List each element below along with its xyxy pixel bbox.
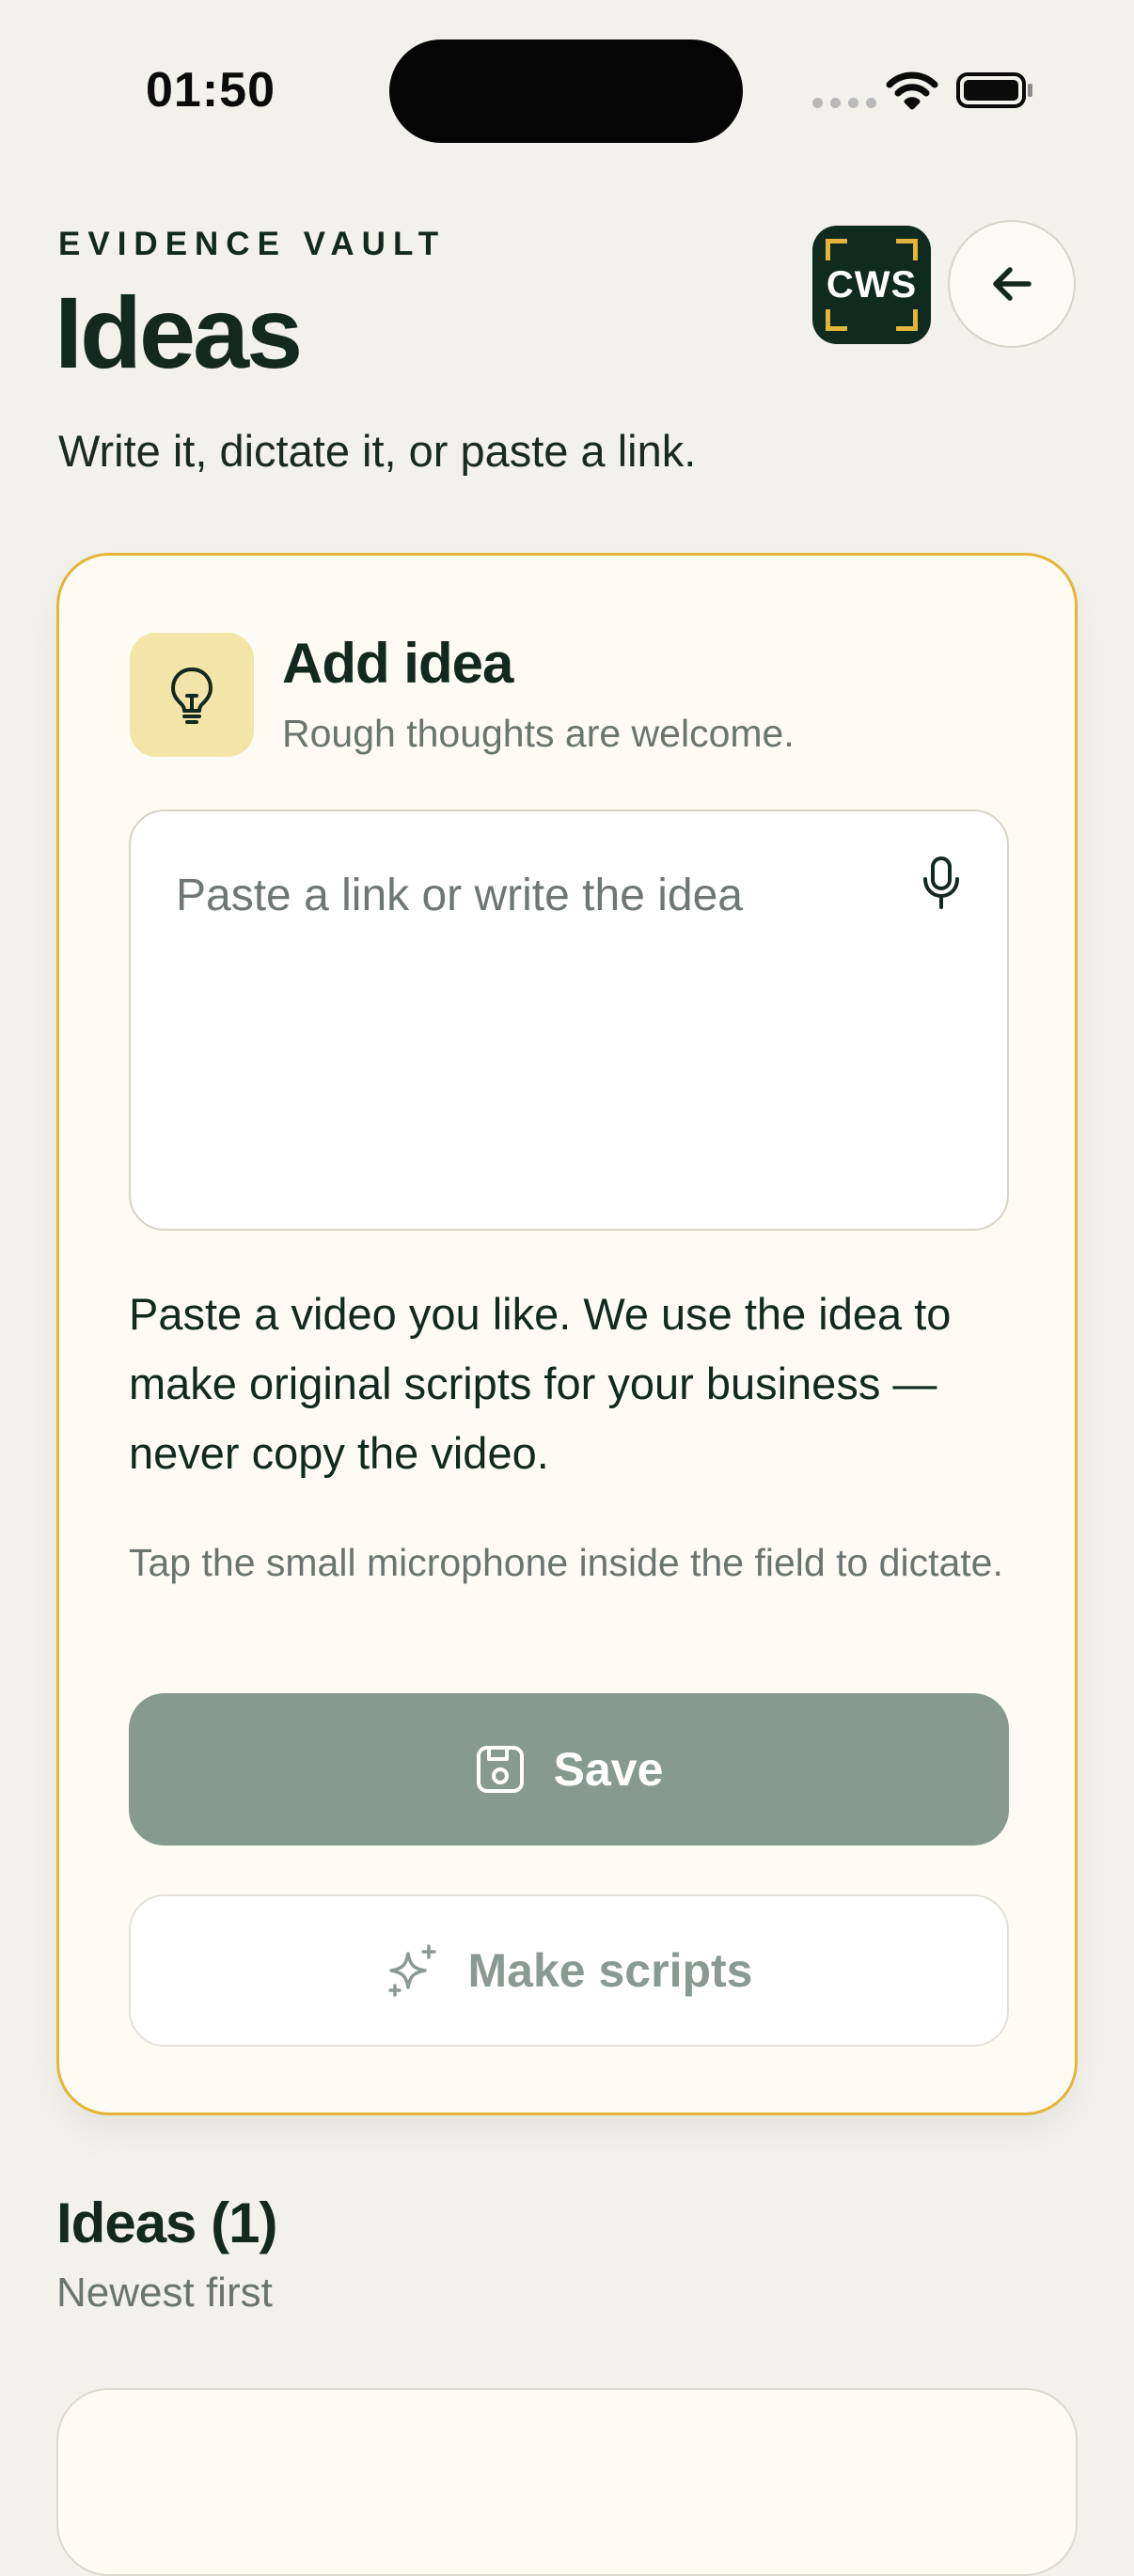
eyebrow-label: EVIDENCE VAULT <box>58 226 447 262</box>
save-button[interactable]: Save <box>129 1693 1009 1846</box>
back-arrow-icon <box>993 267 1032 301</box>
dictate-hint: Tap the small microphone inside the fiel… <box>129 1541 1003 1584</box>
idea-list-item[interactable] <box>56 2388 1078 2576</box>
signal-dots-icon <box>812 98 876 108</box>
page-title: Ideas <box>55 275 303 389</box>
dynamic-island <box>389 39 743 143</box>
idea-input[interactable] <box>131 811 1007 1229</box>
back-button[interactable] <box>948 220 1076 348</box>
ideas-list-subtitle: Newest first <box>56 2270 273 2316</box>
microphone-icon[interactable] <box>919 855 964 911</box>
sparkles-icon <box>387 1944 436 1997</box>
wifi-icon <box>886 71 938 110</box>
make-scripts-button[interactable]: Make scripts <box>129 1894 1009 2047</box>
lightbulb-icon <box>171 668 213 724</box>
make-scripts-label: Make scripts <box>467 1944 753 1997</box>
add-idea-card: Add idea Rough thoughts are welcome. Pas… <box>56 553 1078 2115</box>
ideas-list-title: Ideas (1) <box>56 2191 277 2254</box>
page-subtitle: Write it, dictate it, or paste a link. <box>58 426 697 476</box>
usage-note: Paste a video you like. We use the idea … <box>129 1289 952 1478</box>
status-time: 01:50 <box>146 63 276 118</box>
app-logo: CWS <box>812 226 931 344</box>
idea-tile <box>130 633 254 757</box>
logo-text: CWS <box>826 263 918 306</box>
card-subtitle: Rough thoughts are welcome. <box>282 712 795 755</box>
idea-input-box <box>129 809 1009 1231</box>
save-button-label: Save <box>553 1743 664 1796</box>
save-disk-icon <box>476 1746 524 1793</box>
card-title: Add idea <box>282 632 513 695</box>
battery-icon <box>956 72 1032 108</box>
